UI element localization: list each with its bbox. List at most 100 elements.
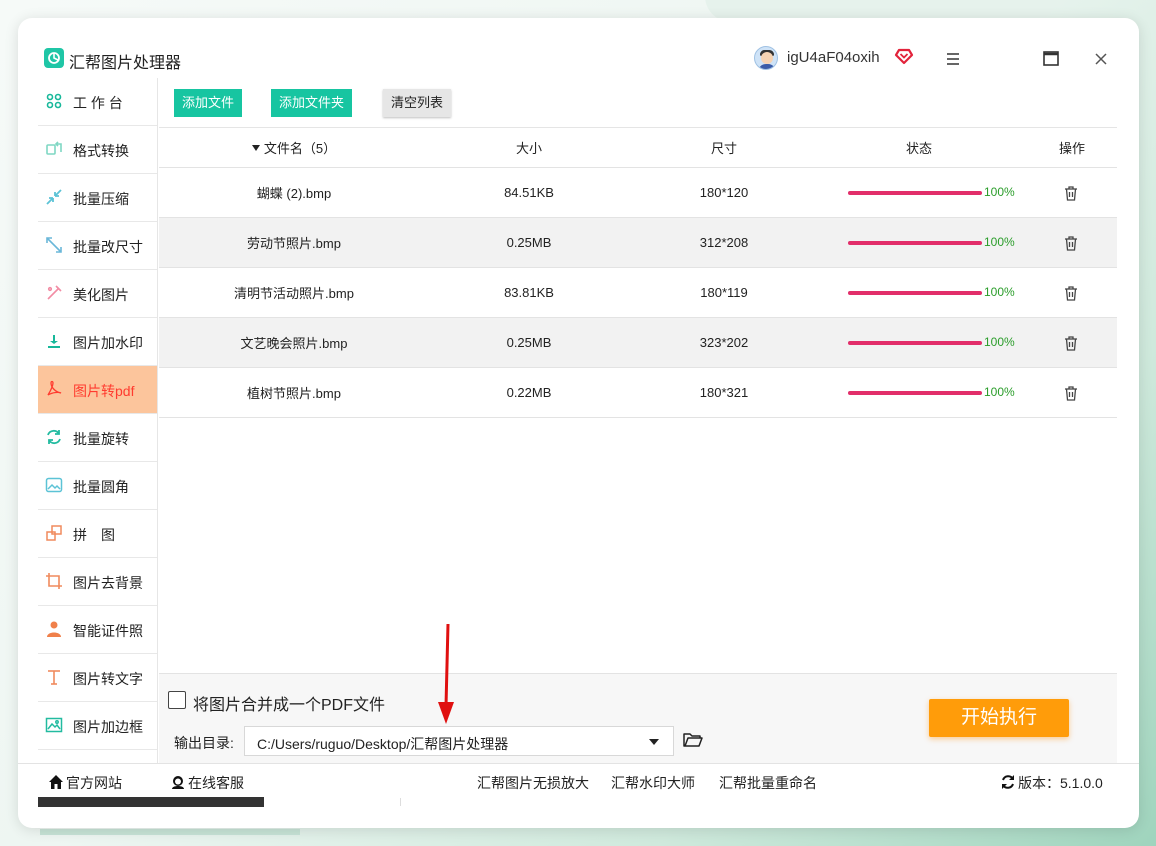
progress-bar [848,391,982,395]
progress-bar [848,191,982,195]
sidebar-item-label: 格式转换 [73,143,129,159]
merge-pdf-checkbox[interactable] [168,691,186,709]
app-logo-icon [44,48,64,68]
close-icon[interactable] [1090,48,1112,70]
file-name: 蝴蝶 (2).bmp [256,186,332,201]
start-button[interactable]: 开始执行 [929,699,1069,737]
add-folder-button[interactable]: 添加文件夹 [271,89,353,117]
output-dir-label: 输出目录: [174,735,234,751]
sidebar-item-workbench[interactable]: 工 作 台 [38,78,157,126]
text-icon [48,670,60,685]
sidebar-item-label: 图片转文字 [73,671,143,687]
username[interactable]: igU4aF04oxih [787,49,880,66]
header-size: 大小 [515,141,542,156]
maximize-icon[interactable] [1040,48,1062,70]
sidebar-item-label: 图片加水印 [73,335,143,351]
sidebar-item-watermark[interactable]: 图片加水印 [38,318,157,366]
sidebar-item-batch-compress[interactable]: 批量压缩 [38,174,157,222]
sidebar-item-format-convert[interactable]: 格式转换 [38,126,157,174]
toolbar: 添加文件 添加文件夹 清空列表 [159,78,1117,128]
menu-icon[interactable] [942,48,964,70]
sidebar-item-label: 批量压缩 [73,191,129,207]
trash-icon[interactable] [1063,285,1079,301]
online-service-label: 在线客服 [188,775,244,791]
file-size: 83.81KB [504,285,554,300]
header-dimensions: 尺寸 [710,141,737,156]
divider [400,798,401,806]
sidebar-item-image-to-text[interactable]: 图片转文字 [38,654,157,702]
sidebar-item-id-photo[interactable]: 智能证件照 [38,606,157,654]
table-row[interactable]: 文艺晚会照片.bmp 0.25MB 323*202 100% [159,318,1117,368]
table-row[interactable]: 蝴蝶 (2).bmp 84.51KB 180*120 100% [159,168,1117,218]
person-icon [47,621,61,637]
sidebar-item-image-to-pdf[interactable]: 图片转pdf [38,366,157,414]
background-bar [40,829,300,835]
header-operation: 操作 [1058,141,1085,156]
progress-percent: 100% [984,185,1015,199]
output-dir-select[interactable]: C:/Users/ruguo/Desktop/汇帮图片处理器 [244,726,674,756]
version-label: 版本：5.1.0.0 [1018,775,1103,791]
sidebar-item-label: 批量旋转 [73,431,129,447]
sidebar-item-label: 图片转pdf [73,383,135,399]
header-filename[interactable]: 文件名（5） [159,128,429,167]
beautify-icon [47,285,62,300]
sidebar-item-round-corner[interactable]: 批量圆角 [38,462,157,510]
table-row[interactable]: 劳动节照片.bmp 0.25MB 312*208 100% [159,218,1117,268]
sidebar-item-label: 拼 图 [73,527,115,543]
footer-link-upscale[interactable]: 汇帮图片无损放大 [477,773,589,793]
sidebar-item-label: 图片去背景 [73,575,143,591]
official-website-label: 官方网站 [66,775,122,791]
vip-heart-icon[interactable] [894,46,914,66]
progress-bar [848,291,982,295]
file-size: 0.25MB [506,335,552,350]
file-name: 植树节照片.bmp [247,386,341,401]
table-header: 文件名（5） 大小 尺寸 状态 操作 [159,128,1117,168]
table-row[interactable]: 清明节活动照片.bmp 83.81KB 180*119 100% [159,268,1117,318]
crop-icon [46,573,62,589]
watermark-icon [48,335,60,348]
file-size: 84.51KB [504,185,554,200]
progress-percent: 100% [984,235,1015,249]
file-name: 清明节活动照片.bmp [234,286,354,301]
sidebar-item-add-frame[interactable]: 图片加边框 [38,702,157,750]
file-name: 劳动节照片.bmp [247,236,341,251]
clear-list-button[interactable]: 清空列表 [383,89,452,117]
sort-down-icon [251,144,260,151]
trash-icon[interactable] [1063,335,1079,351]
trash-icon[interactable] [1063,385,1079,401]
merge-pdf-label[interactable]: 将图片合并成一个PDF文件 [193,691,385,715]
footer-link-watermark[interactable]: 汇帮水印大师 [611,773,695,793]
online-service-link[interactable]: 在线客服 [170,773,244,793]
headset-icon [172,776,184,789]
sidebar-item-beautify[interactable]: 美化图片 [38,270,157,318]
chevron-down-icon [649,739,659,745]
taskbar-fragment [38,797,264,807]
progress-bar [848,341,982,345]
app-title: 汇帮图片处理器 [69,55,182,72]
pdf-icon [47,380,62,396]
convert-icon [46,141,62,155]
progress-bar [848,241,982,245]
file-name: 文艺晚会照片.bmp [240,336,348,351]
table-row[interactable]: 植树节照片.bmp 0.22MB 180*321 100% [159,368,1117,418]
footer: 官方网站 在线客服 汇帮图片无损放大 汇帮水印大师 汇帮批量重命名 版本：5.1… [18,763,1139,798]
trash-icon[interactable] [1063,235,1079,251]
official-website-link[interactable]: 官方网站 [48,773,122,793]
sidebar-item-batch-resize[interactable]: 批量改尺寸 [38,222,157,270]
frame-icon [45,717,63,733]
sidebar-item-puzzle[interactable]: 拼 图 [38,510,157,558]
version-info[interactable]: 版本：5.1.0.0 [1000,773,1103,793]
rotate-icon [47,429,61,445]
grid-icon [46,93,62,109]
sidebar-item-batch-rotate[interactable]: 批量旋转 [38,414,157,462]
user-avatar[interactable] [754,46,778,70]
footer-link-rename[interactable]: 汇帮批量重命名 [719,773,817,793]
trash-icon[interactable] [1063,185,1079,201]
sidebar-item-label: 智能证件照 [73,623,143,639]
sidebar-item-label: 图片加边框 [73,719,143,735]
sidebar-item-label: 美化图片 [73,287,129,303]
add-file-button[interactable]: 添加文件 [174,89,243,117]
folder-open-icon[interactable] [682,729,704,751]
sidebar-item-remove-background[interactable]: 图片去背景 [38,558,157,606]
resize-icon [46,237,62,253]
